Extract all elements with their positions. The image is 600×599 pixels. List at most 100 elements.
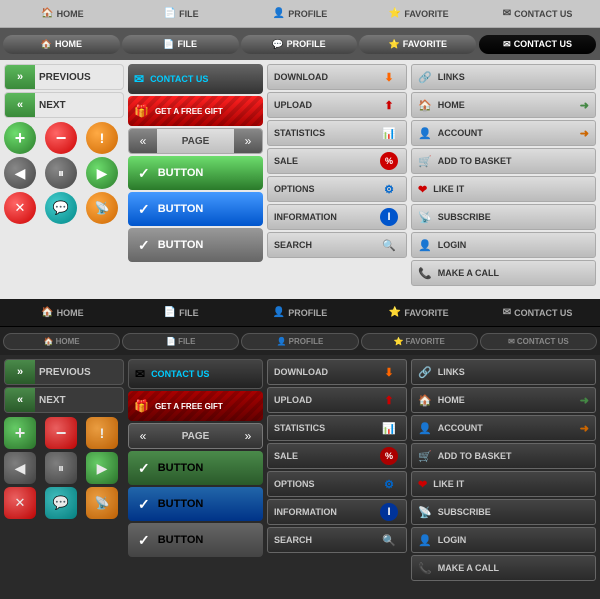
minus-button-dark[interactable]: − [45, 417, 77, 449]
pause-button[interactable]: ⏸ [45, 157, 77, 189]
call-button-dark[interactable]: 📞 MAKE A CALL [411, 555, 596, 581]
nav-profile-1[interactable]: 👤 PROFILE [242, 6, 359, 21]
file-icon-2: 📄 [163, 39, 174, 50]
play-button-dark[interactable]: ▶ [86, 452, 118, 484]
contact-us-button-dark[interactable]: ✉ CONTACT US [128, 359, 263, 389]
add-button-dark[interactable]: + [4, 417, 36, 449]
statistics-button[interactable]: STATISTICS 📊 [267, 120, 407, 146]
links-button-dark[interactable]: 🔗 LINKS [411, 359, 596, 385]
chat-button-dark[interactable]: 💬 [45, 487, 77, 519]
bnav-contact-2[interactable]: ✉ CONTACT US [480, 333, 597, 350]
alert-button[interactable]: ! [86, 122, 118, 154]
subscribe-button[interactable]: 📡 SUBSCRIBE [411, 204, 596, 230]
contact-us-button[interactable]: ✉ CONTACT US [128, 64, 263, 94]
links-button[interactable]: 🔗 LINKS [411, 64, 596, 90]
bottom-content: » PREVIOUS « NEXT + − ! ◀ ⏸ ▶ ✕ 💬 📡 [0, 355, 600, 595]
upload-icon: ⬆ [378, 96, 400, 114]
button-green-dark[interactable]: ✓ BUTTON [128, 451, 263, 485]
search-icon: 🔍 [378, 236, 400, 254]
chat-button[interactable]: 💬 [45, 192, 77, 224]
basket-button-dark[interactable]: 🛒 ADD TO BASKET [411, 443, 596, 469]
back-button[interactable]: ◀ [4, 157, 36, 189]
button-blue[interactable]: ✓ BUTTON [128, 192, 263, 226]
options-icon: ⚙ [378, 180, 400, 198]
next-button[interactable]: « NEXT [4, 92, 124, 118]
rss-button-dark[interactable]: 📡 [86, 487, 118, 519]
account-icon-dark: 👤 [418, 422, 432, 435]
button-green[interactable]: ✓ BUTTON [128, 156, 263, 190]
search-button-dark[interactable]: SEARCH 🔍 [267, 527, 407, 553]
mid-left-column-dark: ✉ CONTACT US 🎁 GET A FREE GIFT « PAGE » … [128, 359, 263, 591]
basket-button[interactable]: 🛒 ADD TO BASKET [411, 148, 596, 174]
back-button-dark[interactable]: ◀ [4, 452, 36, 484]
like-button-dark[interactable]: ❤ LIKE IT [411, 471, 596, 497]
snav-home[interactable]: 🏠 HOME [3, 35, 120, 54]
information-button[interactable]: INFORMATION i [267, 204, 407, 230]
close-button-dark[interactable]: ✕ [4, 487, 36, 519]
page-nav-label: PAGE [157, 136, 234, 147]
button-gray-dark[interactable]: ✓ BUTTON [128, 523, 263, 557]
snav-profile[interactable]: 💬 PROFILE [241, 35, 358, 54]
bnav-profile-2[interactable]: 👤 PROFILE [241, 333, 358, 350]
sale-icon: % [378, 152, 400, 170]
page-nav-button[interactable]: « PAGE » [128, 128, 263, 154]
nav-file-1[interactable]: 📄 FILE [123, 6, 240, 21]
pause-button-dark[interactable]: ⏸ [45, 452, 77, 484]
login-button-dark[interactable]: 👤 LOGIN [411, 527, 596, 553]
account-button[interactable]: 👤 ACCOUNT ➜ [411, 120, 596, 146]
button-blue-dark[interactable]: ✓ BUTTON [128, 487, 263, 521]
sale-button[interactable]: SALE % [267, 148, 407, 174]
nav-favorite-1[interactable]: ⭐ FAVORITE [360, 6, 477, 21]
nav-contact-1[interactable]: ✉ CONTACT US [479, 6, 596, 21]
next-button-dark[interactable]: « NEXT [4, 387, 124, 413]
top-content: » PREVIOUS « NEXT + − ! ◀ ⏸ ▶ ✕ 💬 📡 [0, 60, 600, 299]
statistics-button-dark[interactable]: STATISTICS 📊 [267, 415, 407, 441]
bnav-file-1[interactable]: 📄 FILE [123, 305, 240, 320]
close-button[interactable]: ✕ [4, 192, 36, 224]
alert-button-dark[interactable]: ! [86, 417, 118, 449]
search-button[interactable]: SEARCH 🔍 [267, 232, 407, 258]
star-icon: ⭐ [389, 8, 401, 19]
bnav-home-1[interactable]: 🏠 HOME [4, 305, 121, 320]
nav-home-1[interactable]: 🏠 HOME [4, 6, 121, 21]
rss-button[interactable]: 📡 [86, 192, 118, 224]
options-button-dark[interactable]: OPTIONS ⚙ [267, 471, 407, 497]
bnav-favorite-2[interactable]: ⭐ FAVORITE [361, 333, 478, 350]
upload-button[interactable]: UPLOAD ⬆ [267, 92, 407, 118]
previous-button[interactable]: » PREVIOUS [4, 64, 124, 90]
bnav-home-2[interactable]: 🏠 HOME [3, 333, 120, 350]
download-button[interactable]: DOWNLOAD ⬇ [267, 64, 407, 90]
free-gift-button[interactable]: 🎁 GET A FREE GIFT [128, 96, 263, 126]
options-button[interactable]: OPTIONS ⚙ [267, 176, 407, 202]
like-button[interactable]: ❤ LIKE IT [411, 176, 596, 202]
bnav-contact-1[interactable]: ✉ CONTACT US [479, 305, 596, 320]
play-button[interactable]: ▶ [86, 157, 118, 189]
login-button[interactable]: 👤 LOGIN [411, 232, 596, 258]
info-icon: i [378, 208, 400, 226]
basket-icon: 🛒 [418, 155, 432, 168]
subscribe-button-dark[interactable]: 📡 SUBSCRIBE [411, 499, 596, 525]
bnav-profile-1[interactable]: 👤 PROFILE [242, 305, 359, 320]
previous-label-dark: PREVIOUS [35, 367, 123, 378]
call-button[interactable]: 📞 MAKE A CALL [411, 260, 596, 286]
bnav-file-2[interactable]: 📄 FILE [122, 333, 239, 350]
home-button-dark[interactable]: 🏠 HOME ➜ [411, 387, 596, 413]
sale-button-dark[interactable]: SALE % [267, 443, 407, 469]
button-gray[interactable]: ✓ BUTTON [128, 228, 263, 262]
home-button[interactable]: 🏠 HOME ➜ [411, 92, 596, 118]
free-gift-button-dark[interactable]: 🎁 GET A FREE GIFT [128, 391, 263, 421]
upload-button-dark[interactable]: UPLOAD ⬆ [267, 387, 407, 413]
snav-contact[interactable]: ✉ CONTACT US [478, 34, 597, 55]
page-nav-button-dark[interactable]: « PAGE » [128, 423, 263, 449]
page-nav-left-arrow: « [129, 129, 157, 153]
previous-button-dark[interactable]: » PREVIOUS [4, 359, 124, 385]
minus-button[interactable]: − [45, 122, 77, 154]
information-button-dark[interactable]: INFORMATION i [267, 499, 407, 525]
download-button-dark[interactable]: DOWNLOAD ⬇ [267, 359, 407, 385]
add-button[interactable]: + [4, 122, 36, 154]
account-button-dark[interactable]: 👤 ACCOUNT ➜ [411, 415, 596, 441]
snav-file[interactable]: 📄 FILE [122, 35, 239, 54]
snav-favorite[interactable]: ⭐ FAVORITE [359, 35, 476, 54]
bnav-favorite-1[interactable]: ⭐ FAVORITE [360, 305, 477, 320]
home-icon-r: 🏠 [418, 99, 432, 112]
